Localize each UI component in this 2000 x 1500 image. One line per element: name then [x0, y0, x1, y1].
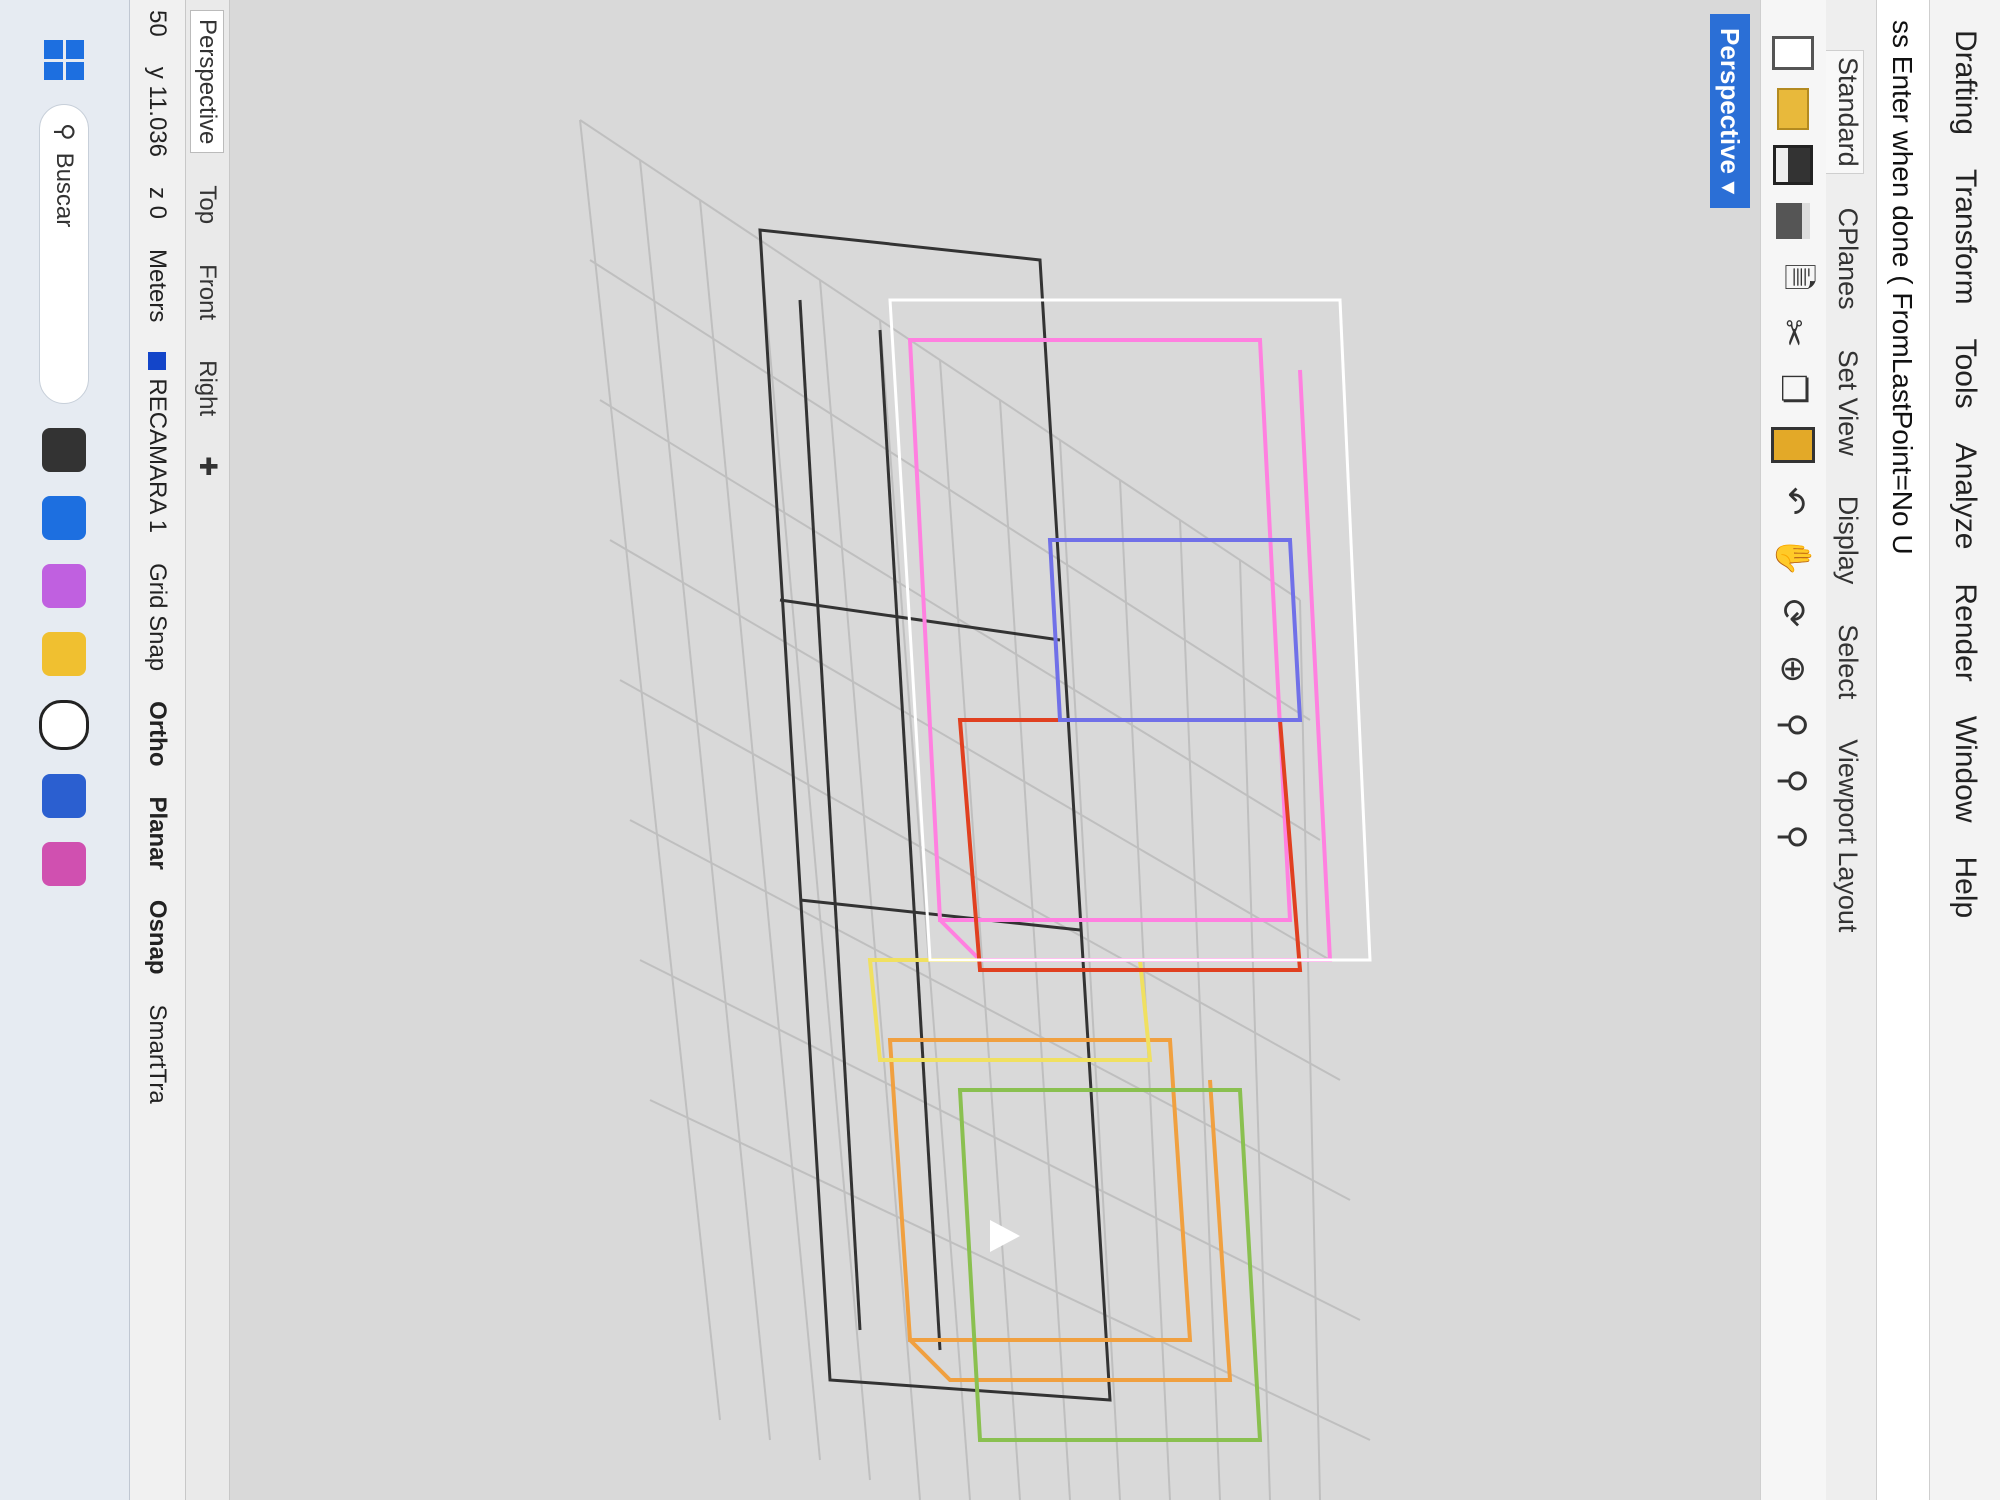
room-box-purple[interactable]	[1047, 538, 1303, 722]
command-line[interactable]: ss Enter when done ( FromLastPoint=No U	[1876, 0, 1930, 1500]
viewport-title[interactable]: Perspective ▾	[1710, 14, 1750, 209]
menu-tools[interactable]: Tools	[1948, 339, 1982, 409]
task-view-icon[interactable]	[42, 428, 87, 472]
store-app-icon[interactable]	[42, 496, 87, 540]
mouse-cursor-icon	[990, 1220, 1020, 1252]
viewport-title-label: Perspective	[1715, 28, 1745, 174]
undo-icon[interactable]: ↶	[1771, 478, 1817, 524]
vp-tab-front[interactable]: Front	[192, 256, 224, 328]
room-wireframes[interactable]	[867, 298, 1372, 1442]
viewport-tabs: Perspective Top Front Right ✚	[186, 0, 230, 1500]
windows-start-icon[interactable]	[44, 40, 85, 80]
vp-tab-right[interactable]: Right	[192, 352, 224, 424]
menu-bar: Drafting Transform Tools Analyze Render …	[1930, 0, 2000, 1500]
tab-viewport-layout[interactable]: Viewport Layout	[1826, 733, 1863, 938]
cut-icon[interactable]: ✂	[1771, 310, 1817, 356]
current-layer-name: RECAMARA 1	[144, 378, 172, 534]
search-placeholder: Buscar	[51, 152, 79, 228]
current-layer[interactable]: RECAMARA 1	[144, 352, 172, 533]
rotate-view-icon[interactable]: ⟳	[1771, 590, 1817, 636]
taskbar-search[interactable]: ⚲ Buscar	[39, 104, 90, 404]
status-bar: 50 y 11.036 z 0 Meters RECAMARA 1 Grid S…	[130, 0, 186, 1500]
menu-window[interactable]: Window	[1948, 716, 1982, 823]
zoom-selected-icon[interactable]: ⚲	[1771, 814, 1817, 860]
room-box-white[interactable]	[888, 298, 1372, 962]
copy-icon[interactable]: ❐	[1771, 366, 1817, 412]
print-icon[interactable]	[1771, 198, 1817, 244]
windows-taskbar: ⚲ Buscar	[0, 0, 130, 1500]
units-label: Meters	[144, 249, 172, 323]
zoom-extents-icon[interactable]: ⚲	[1771, 758, 1817, 804]
model-canvas[interactable]	[230, 0, 1760, 1500]
zoom-in-icon[interactable]: ⊕	[1771, 646, 1817, 692]
toolbar-tabs: Standard CPlanes Set View Display Select…	[1826, 0, 1876, 1500]
file-explorer-icon[interactable]	[42, 632, 87, 676]
menu-drafting[interactable]: Drafting	[1948, 30, 1982, 135]
dell-app-icon[interactable]	[39, 700, 90, 750]
smarttrack-toggle[interactable]: SmartTra	[144, 1005, 172, 1104]
add-viewport-icon[interactable]: ✚	[191, 448, 224, 484]
vp-tab-perspective[interactable]: Perspective	[190, 10, 225, 154]
new-file-icon[interactable]	[1771, 30, 1817, 76]
open-folder-icon[interactable]	[1771, 86, 1817, 132]
menu-render[interactable]: Render	[1948, 583, 1982, 681]
copilot-app-icon[interactable]	[42, 564, 87, 608]
grid-snap-toggle[interactable]: Grid Snap	[144, 563, 172, 671]
microsoft365-app-icon[interactable]	[42, 842, 87, 886]
save-icon[interactable]	[1771, 142, 1817, 188]
tab-select[interactable]: Select	[1826, 618, 1863, 705]
tab-cplanes[interactable]: CPlanes	[1826, 202, 1863, 316]
tab-set-view[interactable]: Set View	[1826, 344, 1863, 462]
standard-toolbar: 🗎 ✂ ❐ ↶ ✋ ⟳ ⊕ ⚲ ⚲ ⚲	[1760, 0, 1826, 1500]
menu-analyze[interactable]: Analyze	[1948, 443, 1982, 550]
planar-toggle[interactable]: Planar	[144, 796, 172, 869]
paste-icon[interactable]	[1771, 422, 1817, 468]
coord-y: y 11.036	[144, 66, 172, 157]
tab-display[interactable]: Display	[1826, 490, 1863, 591]
pan-hand-icon[interactable]: ✋	[1771, 534, 1817, 580]
menu-help[interactable]: Help	[1948, 857, 1982, 919]
osnap-toggle[interactable]: Osnap	[144, 900, 172, 975]
perspective-viewport[interactable]: Perspective ▾	[230, 0, 1760, 1500]
layer-color-swatch	[147, 352, 166, 371]
room-box-yellow[interactable]	[867, 958, 1153, 1062]
tab-standard[interactable]: Standard	[1826, 50, 1864, 174]
search-icon: ⚲	[51, 123, 78, 141]
coord-x: 50	[144, 10, 172, 37]
coord-z: z 0	[144, 187, 172, 220]
chevron-down-icon: ▾	[1715, 181, 1745, 195]
zoom-window-icon[interactable]: ⚲	[1771, 702, 1817, 748]
menu-transform[interactable]: Transform	[1948, 169, 1982, 305]
monitor-screen: Drafting Transform Tools Analyze Render …	[0, 0, 2000, 1500]
ortho-toggle[interactable]: Ortho	[144, 701, 172, 766]
word-app-icon[interactable]	[42, 774, 87, 818]
document-properties-icon[interactable]: 🗎	[1771, 254, 1817, 300]
vp-tab-top[interactable]: Top	[192, 177, 224, 232]
